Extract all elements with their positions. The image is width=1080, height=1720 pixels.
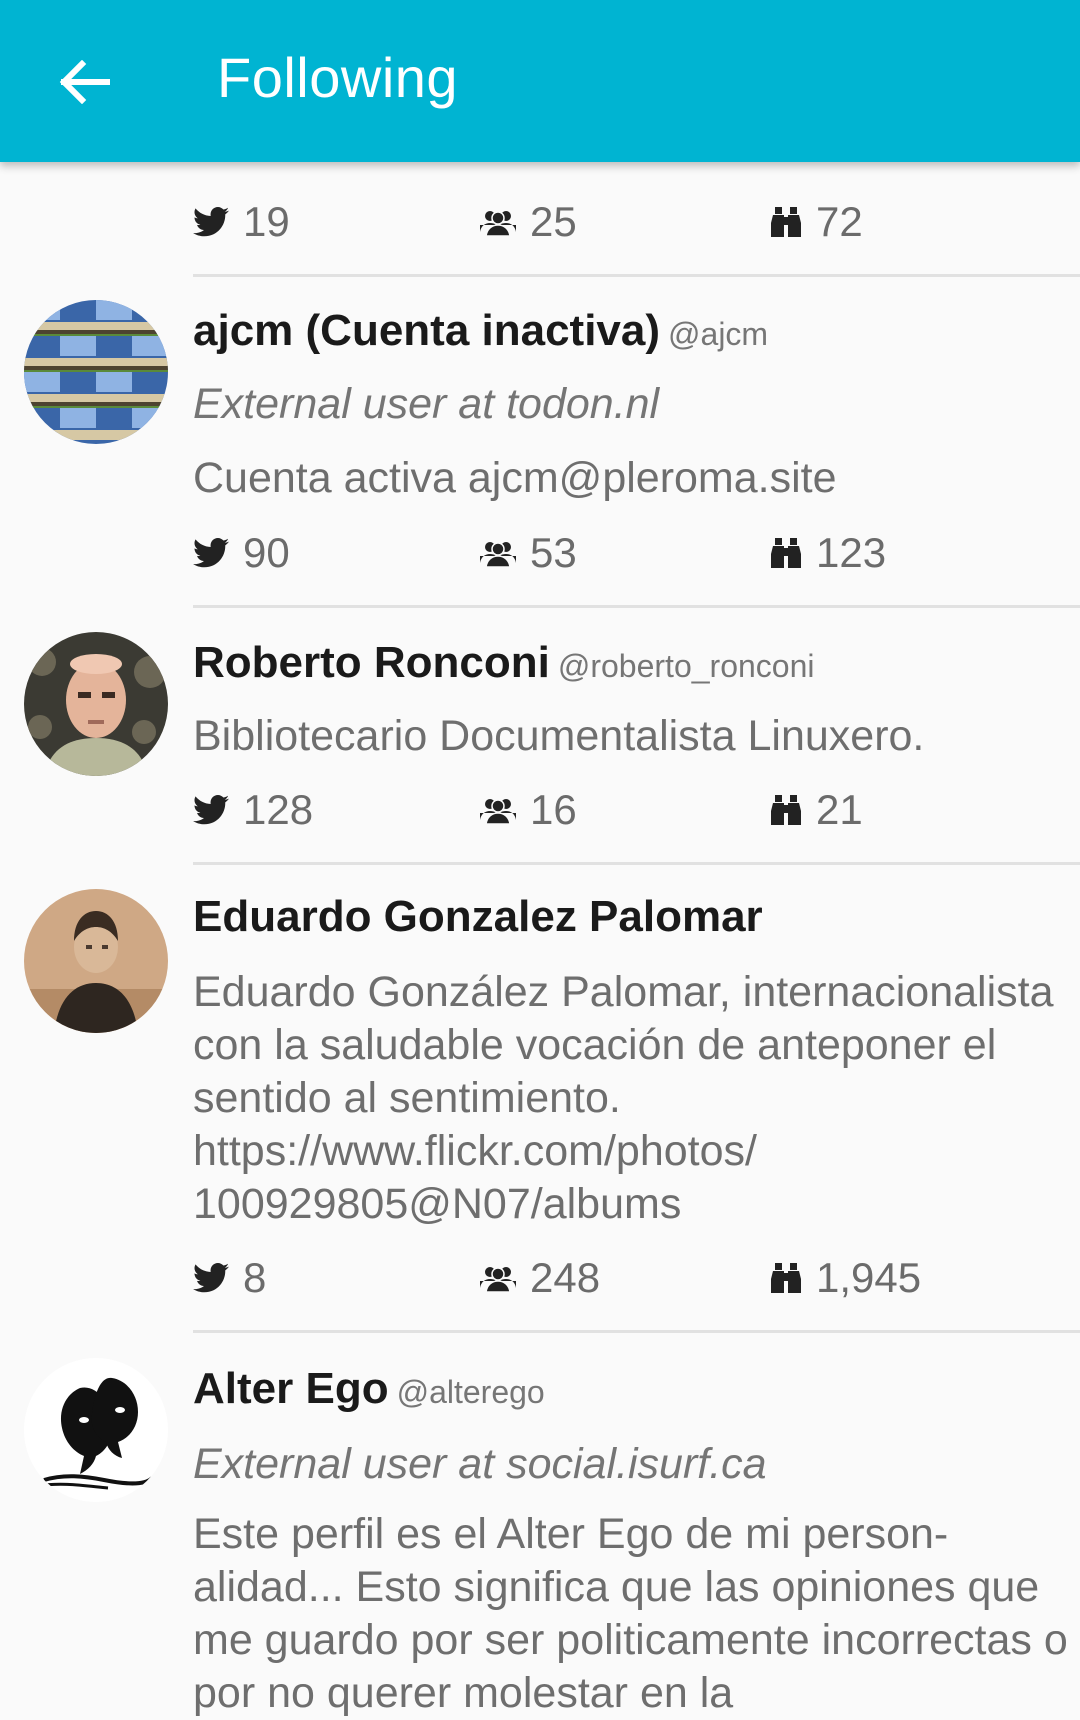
followers-count: 16 [530,786,577,833]
user-name-line[interactable]: Alter Ego @alterego [193,1364,545,1414]
posts-stat[interactable]: 90 [193,528,290,578]
posts-count: 8 [243,1254,267,1301]
posts-count: 90 [243,529,290,576]
twitter-bird-icon [193,795,229,825]
following-count: 21 [816,786,863,833]
followers-stat[interactable]: 25 [480,197,577,247]
external-user-label: External user at social.isurf.ca [193,1440,767,1488]
posts-stat[interactable]: 8 [193,1253,266,1303]
divider [193,274,1080,277]
followers-stat[interactable]: 248 [480,1253,600,1303]
avatar[interactable] [24,889,168,1033]
twitter-bird-icon [193,207,229,237]
user-name: ajcm (Cuenta inactiva) [193,306,661,355]
avatar[interactable] [24,632,168,776]
followers-stat[interactable]: 16 [480,785,577,835]
avatar[interactable] [24,300,168,444]
binoculars-icon [771,795,801,825]
binoculars-icon [771,207,801,237]
user-name-line[interactable]: Eduardo Gonzalez Palomar [193,892,763,942]
user-handle: @alterego [396,1374,545,1410]
user-bio: Este perfil es el Alter Ego de mi person… [193,1510,1068,1717]
user-name: Alter Ego [193,1364,389,1413]
following-count: 123 [816,529,887,576]
posts-count: 128 [243,786,314,833]
user-stats: 8 248 1,945 [193,1253,1080,1303]
posts-count: 19 [243,198,290,245]
followers-count: 25 [530,198,577,245]
following-stat[interactable]: 1,945 [770,1253,921,1303]
followers-count: 53 [530,529,577,576]
followers-stat[interactable]: 53 [480,528,577,578]
users-icon [480,542,516,567]
divider [193,862,1080,865]
divider [193,1330,1080,1333]
posts-stat[interactable]: 19 [193,197,290,247]
user-stats: 90 53 123 [193,528,1080,578]
posts-stat[interactable]: 128 [193,785,313,835]
following-stat[interactable]: 21 [770,785,863,835]
following-stat[interactable]: 72 [770,197,863,247]
external-user-label: External user at todon.nl [193,380,660,428]
binoculars-icon [771,1263,801,1293]
user-handle: @ajcm [668,316,769,352]
user-name-line[interactable]: Roberto Ronconi @roberto_ronconi [193,638,814,688]
users-icon [480,799,516,824]
following-list: 19 25 72 ajcm (Cuenta inactiva) @ajcm Ex… [0,0,1080,1717]
following-count: 72 [816,198,863,245]
user-bio: Cuenta activa ajcm@pleroma.site [193,454,837,502]
user-name: Roberto Ronconi [193,638,550,687]
user-handle: @roberto_ronconi [557,648,815,684]
following-count: 1,945 [816,1254,922,1301]
twitter-bird-icon [193,538,229,568]
user-bio: Eduardo González Palomar, internacionali… [193,968,1054,1228]
user-stats: 19 25 72 [193,197,1080,247]
binoculars-icon [771,538,801,568]
following-stat[interactable]: 123 [770,528,886,578]
user-stats: 128 16 21 [193,785,1080,835]
page-title: Following [217,46,459,109]
avatar[interactable] [24,1358,168,1502]
users-icon [480,1267,516,1292]
twitter-bird-icon [193,1263,229,1293]
user-name-line[interactable]: ajcm (Cuenta inactiva) @ajcm [193,306,768,356]
app-bar: Following [0,0,1080,162]
users-icon [480,211,516,236]
divider [193,605,1080,608]
back-button[interactable] [48,44,128,120]
user-name: Eduardo Gonzalez Palomar [193,892,763,941]
arrow-left-icon [59,60,110,104]
user-bio: Bibliotecario Documentalista Linuxero. [193,712,925,760]
followers-count: 248 [530,1254,601,1301]
